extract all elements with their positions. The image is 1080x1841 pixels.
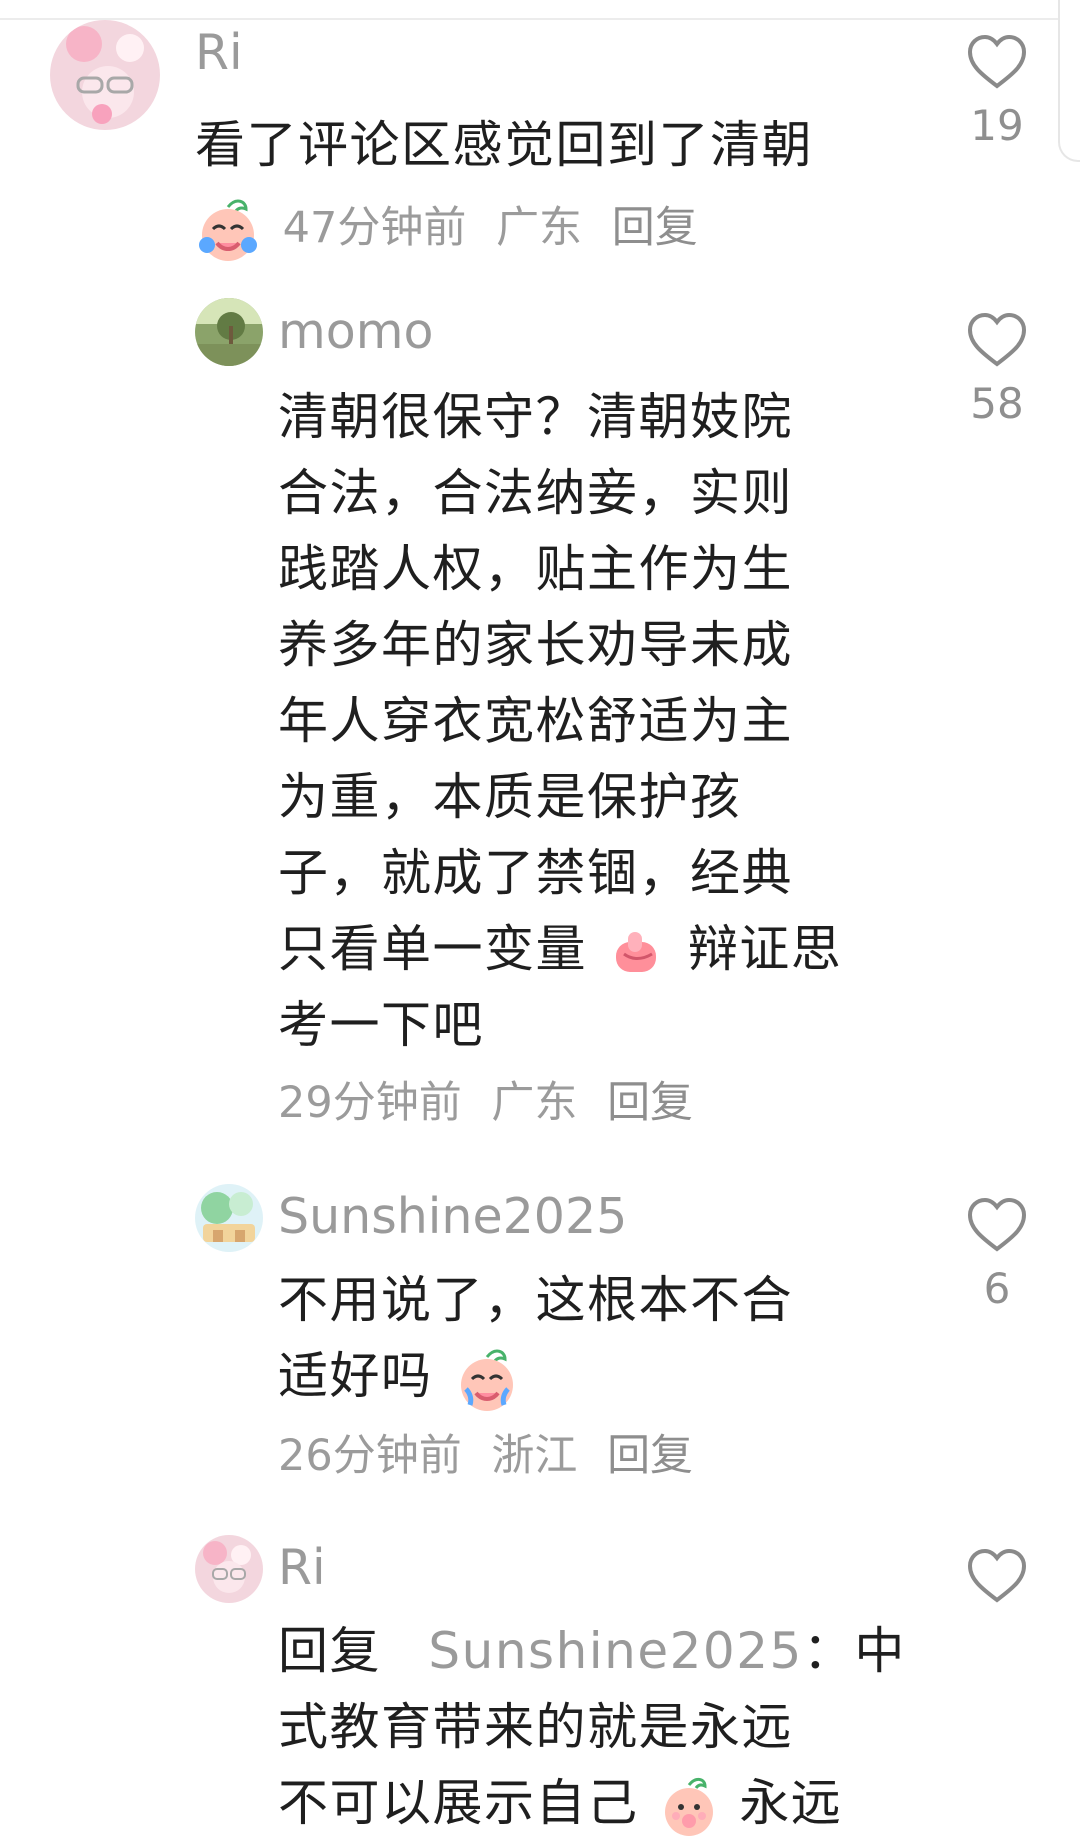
comment-line-segment: 适好吗 (278, 1347, 433, 1405)
avatar-image-icon (50, 20, 160, 130)
comment-line: 适好吗 (278, 1338, 793, 1414)
comment-text-block: 回复 Sunshine2025：中 式教育带来的就是永远 不可以展示自己 永远 (278, 1613, 906, 1841)
comment-meta: 26分钟前 浙江 回复 (278, 1429, 709, 1483)
heart-outline-icon (967, 34, 1027, 89)
comment-username[interactable]: Sunshine2025 (278, 1188, 627, 1246)
comment-username[interactable]: momo (278, 303, 433, 361)
comment-line: 养多年的家长劝导未成 (278, 616, 793, 674)
comment-meta: 47分钟前 广东 回复 (195, 197, 714, 263)
comment-location: 浙江 (491, 1431, 578, 1481)
comment-text-block: 清朝很保守？清朝妓院 合法，合法纳妾，实则 践踏人权，贴主作为生 养多年的家长劝… (278, 379, 842, 1063)
comment-time: 29分钟前 (278, 1078, 462, 1128)
comment-time: 26分钟前 (278, 1431, 462, 1481)
reply-target-username[interactable]: Sunshine2025 (428, 1622, 802, 1680)
reply-button[interactable]: 回复 (607, 1078, 693, 1128)
avatar[interactable] (195, 1535, 263, 1603)
heart-outline-icon (967, 1197, 1027, 1252)
comment-line: 考一下吧 (278, 996, 484, 1054)
comment-line-segment: 永远 (739, 1774, 843, 1832)
crying-emoji (454, 1347, 520, 1413)
thumbs-up-emoji (608, 924, 666, 982)
comment-username[interactable]: Ri (278, 1539, 326, 1597)
comment-line: 年人穿衣宽松舒适为主 (278, 692, 793, 750)
heart-outline-icon (967, 312, 1027, 367)
top-divider (0, 0, 1058, 20)
shy-emoji (658, 1776, 720, 1838)
avatar-image-icon (195, 298, 263, 366)
comment-text-block: 不用说了，这根本不合 适好吗 (278, 1262, 793, 1414)
avatar[interactable] (50, 20, 160, 130)
comment-location: 广东 (496, 202, 583, 253)
like-button[interactable]: 6 (942, 1197, 1052, 1315)
comment-line: 回复 Sunshine2025：中 (278, 1613, 906, 1689)
heart-outline-icon (967, 1548, 1027, 1603)
comment-line-segment: 辩证思 (687, 920, 843, 978)
reply-button[interactable]: 回复 (612, 203, 698, 253)
reply-button[interactable]: 回复 (607, 1431, 693, 1481)
avatar-image-icon (195, 1184, 263, 1252)
comment-line: 清朝很保守？清朝妓院 (278, 388, 793, 446)
side-panel-edge (1058, 0, 1080, 162)
comment-line: 不可以展示自己 永远 (278, 1765, 906, 1841)
like-count: 6 (983, 1264, 1011, 1313)
like-button[interactable]: 58 (942, 312, 1052, 430)
comment-line: 践踏人权，贴主作为生 (278, 540, 793, 598)
comment-line-segment: ：中 (802, 1622, 906, 1680)
like-button[interactable]: 19 (942, 34, 1052, 152)
comment-line: 合法，合法纳妾，实则 (278, 464, 793, 522)
like-count: 19 (970, 101, 1024, 150)
comment-line: 只看单一变量 辩证思 (278, 911, 842, 987)
reply-prefix: 回复 (278, 1622, 381, 1680)
comment-line: 式教育带来的就是永远 (278, 1698, 793, 1756)
comment-line: 为重，本质是保护孩 (278, 768, 742, 826)
comment-line: 子，就成了禁锢，经典 (278, 844, 793, 902)
like-count: 58 (970, 379, 1024, 428)
comment-location: 广东 (491, 1078, 578, 1128)
comment-meta: 29分钟前 广东 回复 (278, 1076, 709, 1130)
like-button[interactable] (942, 1548, 1052, 1614)
avatar[interactable] (195, 298, 263, 366)
crying-emoji (195, 197, 261, 263)
avatar-image-icon (195, 1535, 263, 1603)
comment-line-segment: 不可以展示自己 (278, 1774, 639, 1832)
comment-line-segment: 只看单一变量 (278, 920, 587, 978)
avatar[interactable] (195, 1184, 263, 1252)
comment-line: 不用说了，这根本不合 (278, 1271, 793, 1329)
comment-text: 看了评论区感觉回到了清朝 (195, 116, 813, 174)
comment-time: 47分钟前 (282, 202, 467, 253)
comment-username[interactable]: Ri (195, 24, 243, 82)
